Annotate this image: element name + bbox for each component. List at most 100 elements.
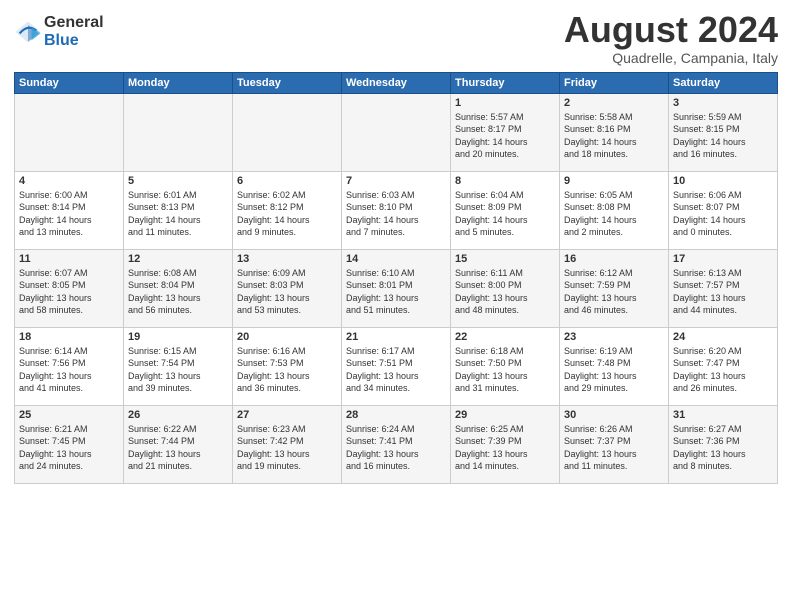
calendar-week-1: 4Sunrise: 6:00 AMSunset: 8:14 PMDaylight… <box>15 171 778 249</box>
day-number: 20 <box>237 331 337 343</box>
day-number: 19 <box>128 331 228 343</box>
day-info: Sunrise: 6:17 AMSunset: 7:51 PMDaylight:… <box>346 345 446 395</box>
calendar-cell: 13 Sunrise: 6:09 AMSunset: 8:03 PMDayligh… <box>233 249 342 327</box>
day-info: Sunrise: 6:04 AMSunset: 8:09 PMDaylight:… <box>455 189 555 239</box>
calendar-week-4: 25 Sunrise: 6:21 AMSunset: 7:45 PMDayligh… <box>15 405 778 483</box>
calendar-cell: 9 Sunrise: 6:05 AMSunset: 8:08 PMDaylight… <box>560 171 669 249</box>
calendar-cell: 7Sunrise: 6:03 AMSunset: 8:10 PMDaylight… <box>342 171 451 249</box>
day-number: 21 <box>346 331 446 343</box>
page: General Blue August 2024 Quadrelle, Camp… <box>0 0 792 612</box>
day-info: Sunrise: 6:18 AMSunset: 7:50 PMDaylight:… <box>455 345 555 395</box>
day-info: Sunrise: 6:13 AMSunset: 7:57 PMDaylight:… <box>673 267 773 317</box>
day-number: 2 <box>564 97 664 109</box>
day-number: 15 <box>455 253 555 265</box>
day-number: 11 <box>19 253 119 265</box>
calendar-cell: 5 Sunrise: 6:01 AMSunset: 8:13 PMDaylight… <box>124 171 233 249</box>
calendar-week-0: 1 Sunrise: 5:57 AMSunset: 8:17 PMDaylight… <box>15 93 778 171</box>
day-info: Sunrise: 6:03 AMSunset: 8:10 PMDaylight:… <box>346 189 446 239</box>
calendar-cell: 3 Sunrise: 5:59 AMSunset: 8:15 PMDaylight… <box>669 93 778 171</box>
day-number: 27 <box>237 409 337 421</box>
logo-general: General <box>44 14 104 32</box>
day-info: Sunrise: 6:12 AMSunset: 7:59 PMDaylight:… <box>564 267 664 317</box>
calendar-cell: 20Sunrise: 6:16 AMSunset: 7:53 PMDayligh… <box>233 327 342 405</box>
day-info: Sunrise: 6:24 AMSunset: 7:41 PMDaylight:… <box>346 423 446 473</box>
calendar-cell: 1 Sunrise: 5:57 AMSunset: 8:17 PMDaylight… <box>451 93 560 171</box>
day-number: 24 <box>673 331 773 343</box>
calendar-cell: 26 Sunrise: 6:22 AMSunset: 7:44 PMDayligh… <box>124 405 233 483</box>
day-info: Sunrise: 5:58 AMSunset: 8:16 PMDaylight:… <box>564 111 664 161</box>
day-number: 16 <box>564 253 664 265</box>
day-info: Sunrise: 6:08 AMSunset: 8:04 PMDaylight:… <box>128 267 228 317</box>
day-info: Sunrise: 5:59 AMSunset: 8:15 PMDaylight:… <box>673 111 773 161</box>
col-thursday: Thursday <box>451 72 560 93</box>
calendar-cell: 21 Sunrise: 6:17 AMSunset: 7:51 PMDayligh… <box>342 327 451 405</box>
day-number: 8 <box>455 175 555 187</box>
calendar-cell: 4Sunrise: 6:00 AMSunset: 8:14 PMDaylight… <box>15 171 124 249</box>
day-number: 4 <box>19 175 119 187</box>
day-info: Sunrise: 6:20 AMSunset: 7:47 PMDaylight:… <box>673 345 773 395</box>
calendar-cell <box>15 93 124 171</box>
day-number: 28 <box>346 409 446 421</box>
calendar-cell: 31 Sunrise: 6:27 AMSunset: 7:36 PMDayligh… <box>669 405 778 483</box>
calendar-cell <box>233 93 342 171</box>
day-info: Sunrise: 6:26 AMSunset: 7:37 PMDaylight:… <box>564 423 664 473</box>
calendar-cell: 25 Sunrise: 6:21 AMSunset: 7:45 PMDayligh… <box>15 405 124 483</box>
day-info: Sunrise: 6:23 AMSunset: 7:42 PMDaylight:… <box>237 423 337 473</box>
logo: General Blue <box>14 14 104 49</box>
col-tuesday: Tuesday <box>233 72 342 93</box>
calendar-cell: 27 Sunrise: 6:23 AMSunset: 7:42 PMDayligh… <box>233 405 342 483</box>
day-info: Sunrise: 6:02 AMSunset: 8:12 PMDaylight:… <box>237 189 337 239</box>
calendar-cell: 2 Sunrise: 5:58 AMSunset: 8:16 PMDaylight… <box>560 93 669 171</box>
day-info: Sunrise: 6:07 AMSunset: 8:05 PMDaylight:… <box>19 267 119 317</box>
day-info: Sunrise: 6:14 AMSunset: 7:56 PMDaylight:… <box>19 345 119 395</box>
calendar-cell: 10 Sunrise: 6:06 AMSunset: 8:07 PMDayligh… <box>669 171 778 249</box>
day-info: Sunrise: 5:57 AMSunset: 8:17 PMDaylight:… <box>455 111 555 161</box>
calendar-week-2: 11 Sunrise: 6:07 AMSunset: 8:05 PMDayligh… <box>15 249 778 327</box>
header: General Blue August 2024 Quadrelle, Camp… <box>14 10 778 66</box>
day-info: Sunrise: 6:27 AMSunset: 7:36 PMDaylight:… <box>673 423 773 473</box>
day-number: 17 <box>673 253 773 265</box>
calendar-header-row: Sunday Monday Tuesday Wednesday Thursday… <box>15 72 778 93</box>
calendar-cell <box>342 93 451 171</box>
calendar-cell: 12Sunrise: 6:08 AMSunset: 8:04 PMDayligh… <box>124 249 233 327</box>
calendar-cell: 29Sunrise: 6:25 AMSunset: 7:39 PMDayligh… <box>451 405 560 483</box>
day-number: 10 <box>673 175 773 187</box>
calendar-cell: 22 Sunrise: 6:18 AMSunset: 7:50 PMDayligh… <box>451 327 560 405</box>
col-monday: Monday <box>124 72 233 93</box>
col-friday: Friday <box>560 72 669 93</box>
calendar-cell: 14 Sunrise: 6:10 AMSunset: 8:01 PMDayligh… <box>342 249 451 327</box>
logo-text: General Blue <box>44 14 104 49</box>
day-info: Sunrise: 6:05 AMSunset: 8:08 PMDaylight:… <box>564 189 664 239</box>
month-title: August 2024 <box>564 10 778 50</box>
calendar-cell: 11 Sunrise: 6:07 AMSunset: 8:05 PMDayligh… <box>15 249 124 327</box>
day-info: Sunrise: 6:19 AMSunset: 7:48 PMDaylight:… <box>564 345 664 395</box>
day-number: 22 <box>455 331 555 343</box>
calendar-cell: 8 Sunrise: 6:04 AMSunset: 8:09 PMDaylight… <box>451 171 560 249</box>
day-info: Sunrise: 6:06 AMSunset: 8:07 PMDaylight:… <box>673 189 773 239</box>
day-number: 25 <box>19 409 119 421</box>
day-info: Sunrise: 6:09 AMSunset: 8:03 PMDaylight:… <box>237 267 337 317</box>
calendar-cell: 28 Sunrise: 6:24 AMSunset: 7:41 PMDayligh… <box>342 405 451 483</box>
calendar-table: Sunday Monday Tuesday Wednesday Thursday… <box>14 72 778 484</box>
day-number: 13 <box>237 253 337 265</box>
day-number: 9 <box>564 175 664 187</box>
col-sunday: Sunday <box>15 72 124 93</box>
day-info: Sunrise: 6:01 AMSunset: 8:13 PMDaylight:… <box>128 189 228 239</box>
calendar-cell: 16 Sunrise: 6:12 AMSunset: 7:59 PMDayligh… <box>560 249 669 327</box>
day-info: Sunrise: 6:21 AMSunset: 7:45 PMDaylight:… <box>19 423 119 473</box>
day-number: 5 <box>128 175 228 187</box>
day-info: Sunrise: 6:22 AMSunset: 7:44 PMDaylight:… <box>128 423 228 473</box>
day-number: 1 <box>455 97 555 109</box>
calendar-cell: 17 Sunrise: 6:13 AMSunset: 7:57 PMDayligh… <box>669 249 778 327</box>
day-number: 31 <box>673 409 773 421</box>
day-info: Sunrise: 6:15 AMSunset: 7:54 PMDaylight:… <box>128 345 228 395</box>
day-number: 26 <box>128 409 228 421</box>
day-number: 3 <box>673 97 773 109</box>
day-number: 23 <box>564 331 664 343</box>
day-info: Sunrise: 6:11 AMSunset: 8:00 PMDaylight:… <box>455 267 555 317</box>
logo-icon <box>14 18 42 46</box>
calendar-cell: 23 Sunrise: 6:19 AMSunset: 7:48 PMDayligh… <box>560 327 669 405</box>
calendar-week-3: 18Sunrise: 6:14 AMSunset: 7:56 PMDayligh… <box>15 327 778 405</box>
day-number: 14 <box>346 253 446 265</box>
day-info: Sunrise: 6:10 AMSunset: 8:01 PMDaylight:… <box>346 267 446 317</box>
